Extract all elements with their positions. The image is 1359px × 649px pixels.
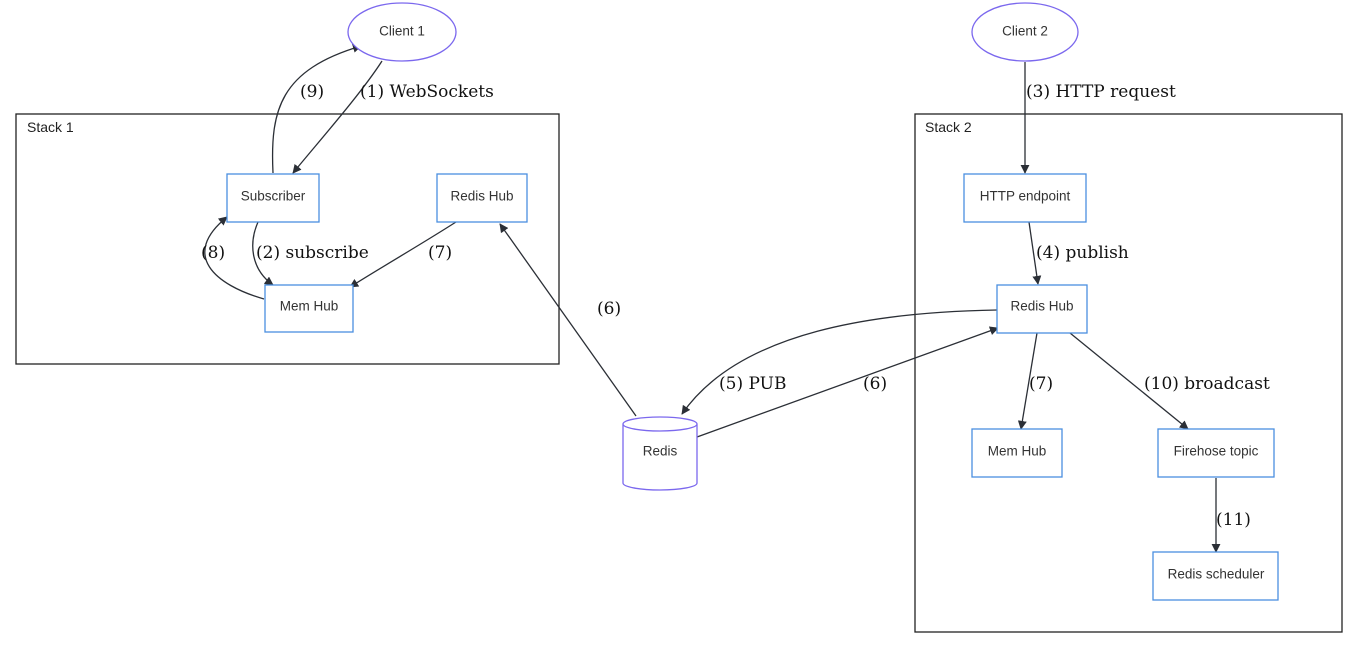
node-label: Subscriber — [241, 189, 306, 204]
node-stack1-mem-hub[interactable]: Mem Hub — [264, 284, 354, 333]
cluster-label: Stack 2 — [925, 119, 972, 135]
edges: (1) WebSockets (2) subscribe (3) HTTP re… — [201, 43, 1270, 553]
edge-label: (2) subscribe — [256, 243, 369, 263]
node-label: HTTP endpoint — [980, 189, 1071, 204]
edge-label: (5) PUB — [719, 374, 786, 394]
edge-1-websockets[interactable]: (1) WebSockets — [292, 60, 494, 174]
edge-6-redis-to-stack1[interactable]: (6) — [499, 223, 637, 417]
node-client2[interactable]: Client 2 — [971, 2, 1079, 62]
edge-label: (7) — [1029, 374, 1053, 394]
edge-label: (10) broadcast — [1144, 374, 1270, 394]
edge-3-http-request[interactable]: (3) HTTP request — [1020, 62, 1176, 174]
edge-label: (6) — [597, 299, 621, 319]
node-stack2-redis-scheduler[interactable]: Redis scheduler — [1152, 551, 1279, 601]
edge-label: (1) WebSockets — [360, 82, 494, 102]
edge-11[interactable]: (11) — [1211, 478, 1251, 553]
node-label: Client 1 — [379, 24, 425, 39]
edge-9[interactable]: (9) — [271, 43, 362, 174]
node-label: Mem Hub — [988, 444, 1047, 459]
cluster-label: Stack 1 — [27, 119, 74, 135]
node-stack1-redis-hub[interactable]: Redis Hub — [436, 173, 528, 223]
node-stack2-redis-hub[interactable]: Redis Hub — [996, 284, 1088, 334]
edge-label: (7) — [428, 243, 452, 263]
edge-7-stack2[interactable]: (7) — [1017, 332, 1053, 430]
node-label: Redis — [643, 444, 678, 459]
node-stack2-mem-hub[interactable]: Mem Hub — [971, 428, 1063, 478]
node-label: Firehose topic — [1174, 444, 1259, 459]
edge-label: (8) — [201, 243, 225, 263]
architecture-diagram: Stack 1 Stack 2 (1) WebSockets (2) subsc… — [15, 2, 1343, 633]
edge-label: (4) publish — [1036, 243, 1129, 263]
node-redis[interactable]: Redis — [622, 416, 698, 491]
edge-2-subscribe[interactable]: (2) subscribe — [252, 221, 369, 286]
node-stack2-http-endpoint[interactable]: HTTP endpoint — [963, 173, 1087, 223]
node-label: Redis Hub — [450, 189, 513, 204]
edge-label: (9) — [300, 82, 324, 102]
node-label: Mem Hub — [280, 299, 339, 314]
node-client1[interactable]: Client 1 — [347, 2, 457, 62]
edge-10-broadcast[interactable]: (10) broadcast — [1069, 332, 1270, 430]
edge-4-publish[interactable]: (4) publish — [1028, 221, 1129, 285]
edge-label: (3) HTTP request — [1026, 82, 1176, 102]
node-stack1-subscriber[interactable]: Subscriber — [226, 173, 320, 223]
edge-label: (11) — [1216, 510, 1251, 530]
node-label: Redis scheduler — [1168, 567, 1265, 582]
node-label: Client 2 — [1002, 24, 1048, 39]
node-label: Redis Hub — [1010, 299, 1073, 314]
edge-label: (6) — [863, 374, 887, 394]
edge-5-pub[interactable]: (5) PUB — [681, 309, 998, 415]
node-stack2-firehose-topic[interactable]: Firehose topic — [1157, 428, 1275, 478]
